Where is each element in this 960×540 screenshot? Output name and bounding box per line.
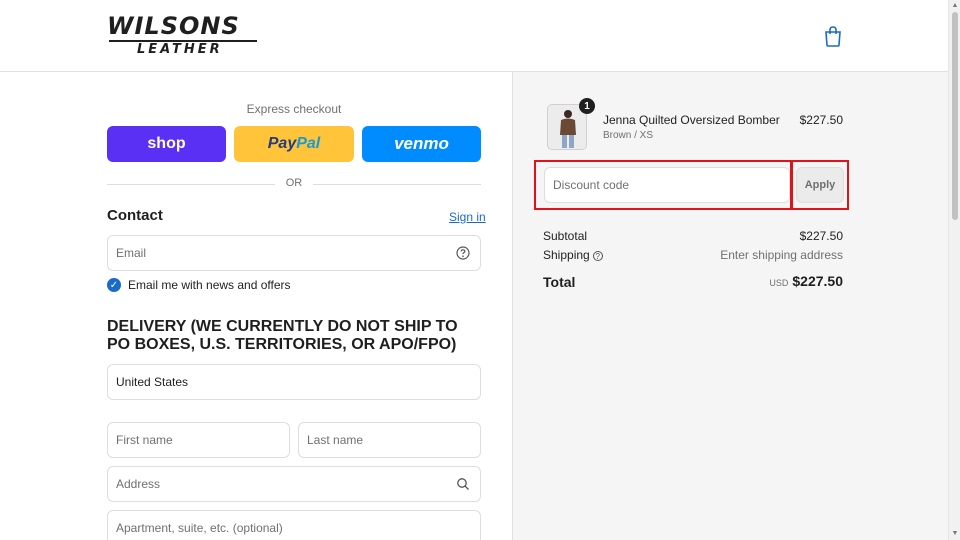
sign-in-link[interactable]: Sign in xyxy=(449,210,486,224)
paypal-button[interactable]: Pay Pal xyxy=(234,126,354,162)
country-select[interactable]: United States xyxy=(107,364,481,400)
scroll-up-icon[interactable]: ▲ xyxy=(951,2,959,10)
last-name-field[interactable]: Last name xyxy=(298,422,481,458)
product-price: $227.50 xyxy=(799,113,843,127)
venmo-button[interactable]: venmo xyxy=(362,126,481,162)
product-variant: Brown / XS xyxy=(603,130,654,141)
venmo-label: venmo xyxy=(394,134,449,153)
address-field[interactable]: Address xyxy=(107,466,481,502)
paypal-label-pal: Pal xyxy=(296,135,321,152)
email-placeholder: Email xyxy=(116,246,147,260)
shipping-label: Shipping xyxy=(543,248,590,262)
scroll-down-icon[interactable]: ▼ xyxy=(951,530,959,538)
email-field[interactable]: Email xyxy=(107,235,481,271)
address-placeholder: Address xyxy=(116,477,161,491)
site-header: WILSONS LEATHER xyxy=(0,0,948,72)
cart-line-item: 1 Jenna Quilted Oversized Bomber Brown /… xyxy=(547,98,843,150)
subtotal-row: Subtotal $227.50 xyxy=(543,229,843,243)
first-name-placeholder: First name xyxy=(116,433,173,447)
apply-discount-button[interactable]: Apply xyxy=(796,167,844,203)
currency-code: USD xyxy=(769,278,789,288)
checkout-form-panel: Express checkout shop Pay Pal venmo OR Co… xyxy=(0,72,512,540)
first-name-field[interactable]: First name xyxy=(107,422,290,458)
delivery-heading: DELIVERY (WE CURRENTLY DO NOT SHIP TO PO… xyxy=(107,318,458,353)
scroll-thumb[interactable] xyxy=(952,12,958,220)
quantity-badge: 1 xyxy=(579,98,595,114)
shipping-value: Enter shipping address xyxy=(720,248,843,262)
apply-highlight: Apply xyxy=(791,160,849,210)
wilsons-leather-logo[interactable]: WILSONS LEATHER xyxy=(107,12,259,60)
or-line-right xyxy=(313,184,481,185)
total-row: Total USD $227.50 xyxy=(543,273,843,290)
subtotal-label: Subtotal xyxy=(543,229,588,243)
page-scrollbar[interactable]: ▲ ▼ xyxy=(948,0,960,540)
total-label: Total xyxy=(543,274,576,290)
subtotal-value: $227.50 xyxy=(799,229,843,243)
search-icon[interactable] xyxy=(456,477,470,491)
discount-placeholder: Discount code xyxy=(553,178,630,192)
paypal-label-pay: Pay xyxy=(267,135,297,152)
newsletter-checkbox[interactable]: ✓ xyxy=(107,278,121,292)
newsletter-label: Email me with news and offers xyxy=(128,278,291,292)
newsletter-option[interactable]: ✓ Email me with news and offers xyxy=(107,278,291,292)
country-value: United States xyxy=(116,375,189,389)
discount-code-field[interactable]: Discount code xyxy=(544,167,790,203)
shipping-row: Shipping? Enter shipping address xyxy=(543,248,843,262)
total-value: $227.50 xyxy=(792,273,843,289)
shop-pay-label: shop xyxy=(147,135,186,152)
last-name-placeholder: Last name xyxy=(307,433,364,447)
shop-pay-button[interactable]: shop xyxy=(107,126,226,162)
help-circle-icon[interactable] xyxy=(456,246,470,260)
shipping-help-icon[interactable]: ? xyxy=(592,251,603,261)
apartment-field[interactable]: Apartment, suite, etc. (optional) xyxy=(107,510,481,540)
or-label: OR xyxy=(285,177,303,189)
product-name: Jenna Quilted Oversized Bomber xyxy=(603,113,780,127)
logo-text-top: WILSONS xyxy=(107,12,240,40)
shopping-bag-icon[interactable] xyxy=(822,24,844,48)
discount-highlight: Discount code xyxy=(534,160,792,210)
logo-text-bottom: LEATHER xyxy=(137,42,223,57)
apartment-placeholder: Apartment, suite, etc. (optional) xyxy=(116,521,283,535)
express-checkout-label: Express checkout xyxy=(246,102,342,116)
or-divider: OR xyxy=(107,176,481,192)
contact-heading: Contact xyxy=(107,207,163,224)
order-summary-panel: 1 Jenna Quilted Oversized Bomber Brown /… xyxy=(512,72,948,540)
